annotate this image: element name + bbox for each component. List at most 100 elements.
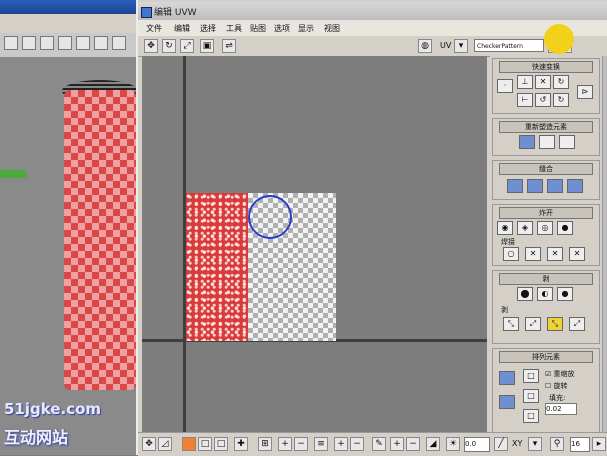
scale-icon[interactable]: ⤢ <box>180 39 194 53</box>
freeform-icon[interactable]: ▣ <box>200 39 214 53</box>
xy-dropdown-icon[interactable]: ▾ <box>528 437 542 451</box>
align-v-icon[interactable]: ⊢ <box>517 93 533 107</box>
pin-icon[interactable]: ⤡ <box>503 317 519 331</box>
menu-mapping[interactable]: 贴图 <box>250 23 266 34</box>
rotate-neg-icon[interactable]: ↺ <box>535 93 551 107</box>
arrange-icon-2[interactable]: □ <box>523 389 539 403</box>
rotate-checkbox[interactable]: ☐ 旋转 <box>545 381 568 391</box>
shrink-ring-icon[interactable]: − <box>350 437 364 451</box>
element-mode-icon[interactable]: ✚ <box>234 437 248 451</box>
grow-icon[interactable] <box>76 36 90 50</box>
stitch-source-icon[interactable] <box>507 179 523 193</box>
red-uv-island[interactable] <box>186 193 248 341</box>
peel-reset-icon[interactable]: ◐ <box>537 287 553 301</box>
auto-pin-icon[interactable]: ⤡ <box>547 317 563 331</box>
loop-icon[interactable]: ⊞ <box>258 437 272 451</box>
circle-select-icon[interactable] <box>58 36 72 50</box>
rotate-icon[interactable]: ↻ <box>162 39 176 53</box>
weld-threshold-icon[interactable]: ✕ <box>547 247 563 261</box>
grow-selection-icon[interactable]: + <box>278 437 292 451</box>
rollout-reshape: 重新塑造元素 <box>492 118 600 156</box>
menu-select[interactable]: 选择 <box>200 23 216 34</box>
mirror-icon[interactable]: ⇌ <box>222 39 236 53</box>
uv-selection-circle[interactable] <box>248 195 292 239</box>
sun-icon[interactable]: ☀ <box>446 437 460 451</box>
padding-input[interactable]: 0.02 <box>545 403 577 415</box>
rescale-checkbox[interactable]: ☑ 重缩放 <box>545 369 575 379</box>
rollout-header[interactable]: 剥 <box>499 273 593 285</box>
menu-edit[interactable]: 编辑 <box>174 23 190 34</box>
flatten-settings-icon[interactable]: ● <box>557 221 573 235</box>
menu-tools[interactable]: 工具 <box>226 23 242 34</box>
left-viewport[interactable]: 51jgke.com 互动网站 <box>0 0 140 455</box>
menu-display[interactable]: 显示 <box>298 23 314 34</box>
brush-plus-icon[interactable]: + <box>390 437 404 451</box>
shrink-icon[interactable] <box>112 36 126 50</box>
rollout-header[interactable]: 排列元素 <box>499 351 593 363</box>
rollout-header[interactable]: 快速变换 <box>499 61 593 73</box>
texture-dropdown[interactable]: CheckerPattern <box>474 39 544 52</box>
select-icon[interactable] <box>4 36 18 50</box>
break-icon[interactable]: ◉ <box>497 221 513 235</box>
rollout-header[interactable]: 缝合 <box>499 163 593 175</box>
shrink-selection-icon[interactable]: − <box>294 437 308 451</box>
select-pins-icon[interactable]: ⤢ <box>569 317 585 331</box>
move-icon[interactable] <box>94 36 108 50</box>
menu-file[interactable]: 文件 <box>146 23 162 34</box>
rect-select-icon[interactable] <box>40 36 54 50</box>
detach-icon[interactable]: ◈ <box>517 221 533 235</box>
weld-target-icon[interactable]: ✕ <box>525 247 541 261</box>
peel-settings-icon[interactable]: ● <box>557 287 573 301</box>
ring-icon[interactable]: ≡ <box>314 437 328 451</box>
stitch-avg-icon[interactable] <box>527 179 543 193</box>
arrange-icon-3[interactable]: □ <box>523 409 539 423</box>
vertex-mode-icon[interactable] <box>182 437 196 451</box>
region-select-icon[interactable] <box>22 36 36 50</box>
flatten-icon[interactable]: ◎ <box>537 221 553 235</box>
checker-cylinder[interactable] <box>64 90 136 390</box>
stitch-target-icon[interactable] <box>547 179 563 193</box>
flip-icon[interactable]: ⊳ <box>577 85 593 99</box>
checker-icon[interactable]: ◍ <box>418 39 432 53</box>
xy-label: XY <box>512 439 523 448</box>
stitch-custom-icon[interactable] <box>567 179 583 193</box>
rotate-90-icon[interactable]: ↻ <box>553 75 569 89</box>
pivot-icon[interactable]: · <box>497 79 513 93</box>
rotate-pos-icon[interactable]: ↻ <box>553 93 569 107</box>
rollout-header[interactable]: 炸开 <box>499 207 593 219</box>
align-x-icon[interactable]: ✕ <box>535 75 551 89</box>
uvw-editor-window: 编辑 UVW 文件 编辑 选择 工具 贴图 选项 显示 视图 ✥ ↻ ⤢ ▣ ⇌… <box>136 0 607 456</box>
rollout-header[interactable]: 重新塑造元素 <box>499 121 593 133</box>
face-mode-icon[interactable]: □ <box>214 437 228 451</box>
uv-toggle-icon[interactable]: ▾ <box>454 39 468 53</box>
arrange-icon-1[interactable]: □ <box>523 369 539 383</box>
pack-custom-icon[interactable] <box>499 395 515 409</box>
relax-settings-icon[interactable] <box>559 135 575 149</box>
relax-icon[interactable] <box>539 135 555 149</box>
peel-icon[interactable]: ⬤ <box>517 287 533 301</box>
brush-minus-icon[interactable]: − <box>406 437 420 451</box>
paint-select-icon[interactable]: ✎ <box>372 437 386 451</box>
straighten-icon[interactable] <box>519 135 535 149</box>
menu-view[interactable]: 视图 <box>324 23 340 34</box>
panel-scrollbar[interactable] <box>602 56 607 436</box>
grid-input[interactable]: 16 <box>570 437 590 452</box>
weld-selected-icon[interactable]: ○ <box>503 247 519 261</box>
soft-select-icon[interactable]: ◢ <box>426 437 440 451</box>
move-icon[interactable]: ✥ <box>144 39 158 53</box>
snap-icon[interactable]: ⚲ <box>550 437 564 451</box>
editor-title-bar: 编辑 UVW <box>138 2 607 20</box>
more-icon[interactable]: ▸ <box>592 437 606 451</box>
menu-options[interactable]: 选项 <box>274 23 290 34</box>
unpin-icon[interactable]: ⤢ <box>525 317 541 331</box>
lasso-icon[interactable]: ◿ <box>158 437 172 451</box>
grow-ring-icon[interactable]: + <box>334 437 348 451</box>
main-toolbar <box>0 33 140 58</box>
pack-icon[interactable] <box>499 371 515 385</box>
edge-mode-icon[interactable]: □ <box>198 437 212 451</box>
falloff-input[interactable]: 0.0 <box>464 437 490 452</box>
line-tool-icon[interactable]: ╱ <box>494 437 508 451</box>
align-h-icon[interactable]: ⊥ <box>517 75 533 89</box>
weld-settings-icon[interactable]: ✕ <box>569 247 585 261</box>
move-tool-icon[interactable]: ✥ <box>142 437 156 451</box>
